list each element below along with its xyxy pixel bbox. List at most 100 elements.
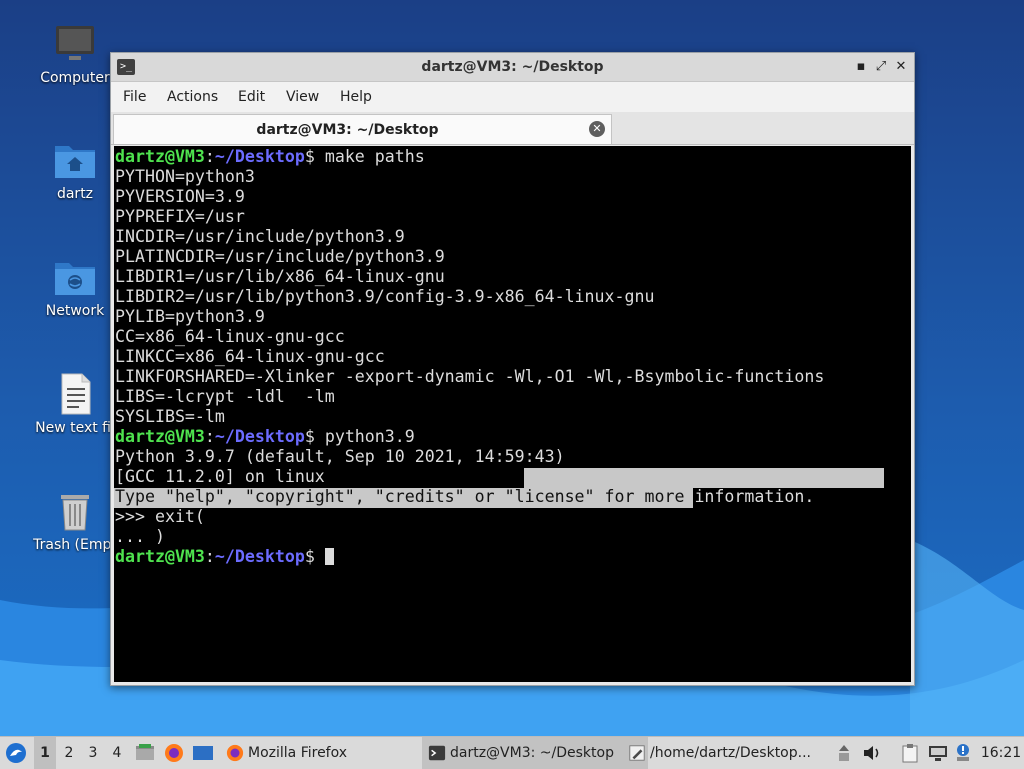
menu-file[interactable]: File: [123, 89, 146, 105]
terminal-icon: [428, 745, 446, 761]
desktop-icon-dartz[interactable]: dartz: [27, 138, 123, 202]
tray-scroll-icon: [839, 745, 849, 761]
clipboard-icon: [902, 744, 918, 763]
terminal-line: ... ): [115, 527, 165, 546]
terminal-line: PYLIB=python3.9: [115, 307, 265, 326]
task-label: /home/dartz/Desktop...: [650, 745, 811, 761]
terminal-line: CC=x86_64-linux-gnu-gcc: [115, 327, 345, 346]
prompt-sep: :: [204, 147, 215, 166]
desktop-icon-label: Trash (Empt: [33, 537, 117, 553]
launcher-show-desktop[interactable]: [191, 737, 215, 769]
text-editor-icon: [629, 745, 645, 761]
desktop-icon-label: Computer: [40, 70, 110, 86]
terminal-line: LIBS=-lcrypt -ldl -lm: [115, 387, 335, 406]
desktop-icon-computer[interactable]: Computer: [27, 22, 123, 86]
task-text-editor[interactable]: /home/dartz/Desktop...: [622, 737, 862, 769]
tray-network[interactable]: [926, 737, 950, 769]
menu-help[interactable]: Help: [340, 89, 372, 105]
terminal-line: PLATINCDIR=/usr/include/python3.9: [115, 247, 445, 266]
taskbar: 1 2 3 4 Mozilla Firefox dartz@VM3: ~/Des…: [0, 736, 1024, 769]
workspace-1[interactable]: 1: [34, 737, 56, 769]
desktop-icon-label: Network: [45, 303, 105, 319]
menubar: File Actions Edit View Help: [111, 82, 914, 112]
terminal-line: PYVERSION=3.9: [115, 187, 245, 206]
terminal-line: PYPREFIX=/usr: [115, 207, 245, 226]
window-titlebar[interactable]: >_ dartz@VM3: ~/Desktop ▪ ⤢ ✕: [111, 53, 914, 82]
command-text: make paths: [314, 147, 425, 166]
selected-text: Type "help", "copyright", "credits" or "…: [115, 487, 695, 506]
task-firefox[interactable]: Mozilla Firefox: [220, 737, 440, 769]
menu-actions[interactable]: Actions: [167, 89, 218, 105]
tray-updates[interactable]: [952, 737, 974, 769]
tabbar: dartz@VM3: ~/Desktop ✕: [111, 112, 914, 145]
home-folder-icon: [55, 146, 95, 178]
terminal-tab[interactable]: dartz@VM3: ~/Desktop ✕: [113, 114, 612, 144]
network-folder-icon: [55, 263, 95, 295]
terminal-line: INCDIR=/usr/include/python3.9: [115, 227, 405, 246]
prompt-path: ~/Desktop: [214, 147, 305, 166]
terminal-line: LINKCC=x86_64-linux-gnu-gcc: [115, 347, 385, 366]
desktop-icon-label: dartz: [56, 186, 94, 202]
prompt-path: ~/Desktop: [214, 427, 305, 446]
menu-view[interactable]: View: [286, 89, 319, 105]
minimize-button[interactable]: ▪: [852, 58, 870, 76]
terminal-line: Type "help", "copyright", "credits" or "…: [115, 487, 814, 507]
update-notifier-icon: [957, 744, 969, 761]
maximize-button[interactable]: ⤢: [872, 58, 890, 76]
prompt-user: dartz@VM3: [115, 147, 205, 166]
file-manager-icon: [136, 744, 154, 760]
workspace-3[interactable]: 3: [82, 737, 104, 769]
launcher-firefox[interactable]: [162, 737, 186, 769]
terminal-line: Python 3.9.7 (default, Sep 10 2021, 14:5…: [115, 447, 565, 466]
terminal-line: [GCC 11.2.0] on linux: [115, 467, 325, 486]
tray-clipboard[interactable]: [898, 737, 922, 769]
tab-label: dartz@VM3: ~/Desktop: [256, 122, 439, 138]
task-terminal[interactable]: dartz@VM3: ~/Desktop: [422, 737, 648, 769]
command-text: python3.9: [314, 427, 415, 446]
prompt-end: $: [304, 427, 315, 446]
launcher-file-manager[interactable]: [133, 737, 157, 769]
task-label: dartz@VM3: ~/Desktop: [450, 745, 614, 761]
menu-edit[interactable]: Edit: [238, 89, 265, 105]
unselected-text: information.: [694, 487, 815, 506]
terminal-line: dartz@VM3:~/Desktop$ python3.9: [115, 427, 415, 447]
terminal-line: dartz@VM3:~/Desktop$ make paths: [115, 147, 425, 167]
lubuntu-logo-icon: [6, 743, 26, 763]
prompt-user: dartz@VM3: [115, 547, 205, 566]
terminal-line: LINKFORSHARED=-Xlinker -export-dynamic -…: [115, 367, 825, 386]
workspace-2[interactable]: 2: [58, 737, 80, 769]
prompt-end: $: [304, 547, 315, 566]
network-wired-icon: [929, 746, 947, 761]
tray-volume[interactable]: [860, 737, 884, 769]
prompt-path: ~/Desktop: [214, 547, 305, 566]
terminal-line: LIBDIR1=/usr/lib/x86_64-linux-gnu: [115, 267, 445, 286]
prompt-sep: :: [204, 547, 215, 566]
desktop-icon-new-text-file[interactable]: New text fil: [27, 372, 123, 436]
terminal-line: dartz@VM3:~/Desktop$: [115, 547, 334, 567]
terminal-output[interactable]: dartz@VM3:~/Desktop$ make paths PYTHON=p…: [114, 146, 911, 682]
trash-icon: [61, 495, 89, 531]
terminal-line: SYSLIBS=-lm: [115, 407, 225, 426]
workspace-4[interactable]: 4: [106, 737, 128, 769]
terminal-line: PYTHON=python3: [115, 167, 255, 186]
close-button[interactable]: ✕: [892, 58, 910, 76]
computer-icon: [56, 26, 94, 60]
tray-scroll-handle[interactable]: [836, 737, 852, 769]
prompt-end: $: [304, 147, 315, 166]
firefox-icon: [226, 744, 244, 762]
terminal-line: LIBDIR2=/usr/lib/python3.9/config-3.9-x8…: [115, 287, 655, 306]
start-menu-button[interactable]: [4, 737, 28, 769]
terminal-window: >_ dartz@VM3: ~/Desktop ▪ ⤢ ✕ File Actio…: [110, 52, 915, 686]
tab-close-icon[interactable]: ✕: [589, 121, 605, 137]
desktop-icon-trash[interactable]: Trash (Empt: [27, 489, 123, 553]
task-label: Mozilla Firefox: [248, 745, 348, 761]
terminal-line: >>> exit(: [115, 507, 205, 526]
clock[interactable]: 16:21: [980, 737, 1022, 769]
show-desktop-icon: [193, 746, 213, 760]
text-file-icon: [61, 373, 91, 415]
text-selection: [524, 468, 884, 488]
prompt-user: dartz@VM3: [115, 427, 205, 446]
desktop-icon-network[interactable]: Network: [27, 255, 123, 319]
window-title: dartz@VM3: ~/Desktop: [421, 59, 604, 75]
firefox-icon: [165, 744, 183, 762]
